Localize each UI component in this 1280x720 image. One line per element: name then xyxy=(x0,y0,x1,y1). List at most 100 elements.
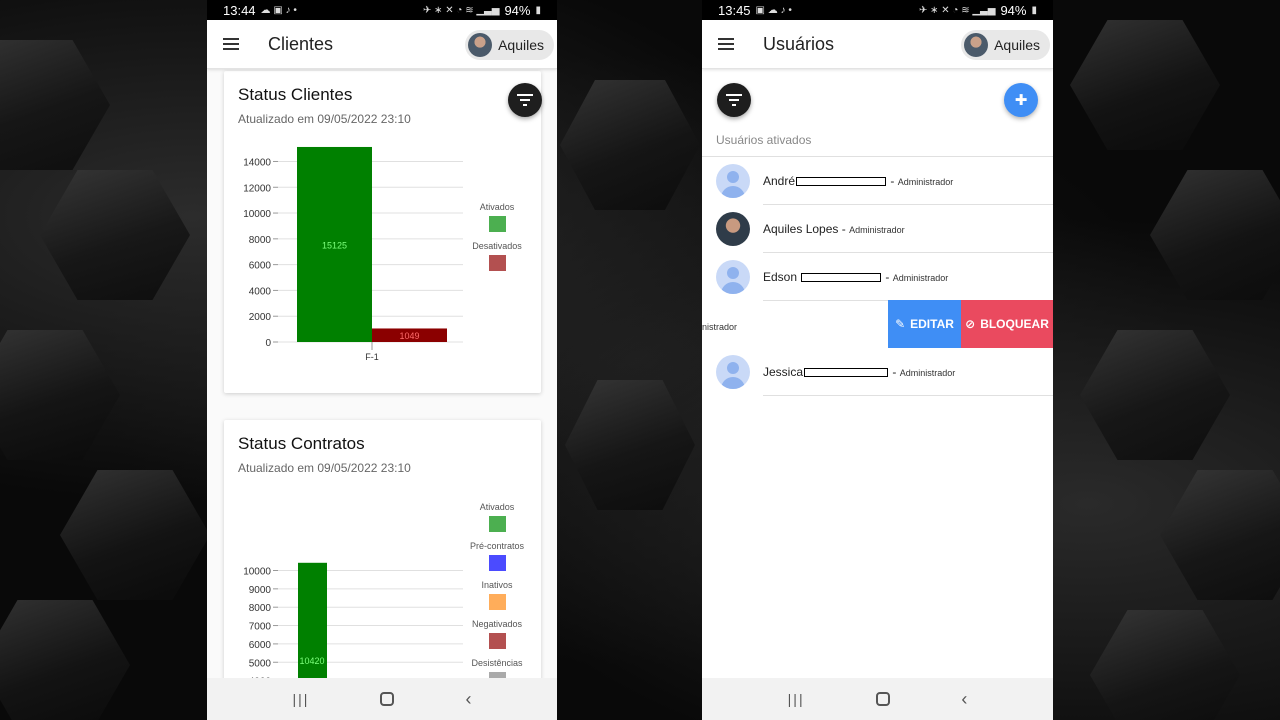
recents-button[interactable]: ||| xyxy=(788,691,805,707)
contratos-chart: 1000200030004000500060007000800090001000… xyxy=(243,502,525,678)
status-contratos-card: Status Contratos Atualizado em 09/05/202… xyxy=(224,420,541,678)
filter-icon xyxy=(726,94,742,106)
app-bar: Usuários Aquiles xyxy=(702,20,1053,69)
user-info: André - Administrador xyxy=(763,174,953,188)
section-label: Usuários ativados xyxy=(716,133,812,147)
legend-label: Ativados xyxy=(480,202,515,212)
menu-icon[interactable] xyxy=(207,20,255,69)
user-role: Administrador xyxy=(897,177,954,187)
y-tick-label: 8000 xyxy=(249,235,272,246)
legend-label: Ativados xyxy=(480,502,515,512)
y-tick-label: 2000 xyxy=(249,312,272,323)
user-info: nistrador xyxy=(702,319,737,333)
app-bar: Clientes Aquiles xyxy=(207,20,557,69)
notification-icons: ▣ ☁ ♪ • xyxy=(755,4,792,16)
battery-level: 94% xyxy=(1000,2,1027,18)
clientes-screen: 13:44 ☁ ▣ ♪ • ✈ ∗ ✕ ◔ ≋ ▁▃▅ 94% ▮ Client… xyxy=(207,0,557,720)
y-tick-label: 6000 xyxy=(249,261,272,272)
card-updated: Atualizado em 09/05/2022 23:10 xyxy=(238,112,411,126)
x-tick-label: F-1 xyxy=(365,352,379,362)
separator: - xyxy=(890,174,895,188)
legend-swatch xyxy=(489,633,506,649)
avatar xyxy=(468,33,493,57)
y-tick-label: 10000 xyxy=(243,567,271,578)
edit-label: EDITAR xyxy=(910,317,954,331)
users-content: ✚ Usuários ativados André - Administrado… xyxy=(702,69,1053,678)
status-time: 13:44 xyxy=(223,2,256,18)
user-name: Aquiles xyxy=(498,37,544,53)
recents-button[interactable]: ||| xyxy=(293,691,310,707)
y-tick-label: 12000 xyxy=(243,183,271,194)
avatar xyxy=(716,355,750,389)
status-time: 13:45 xyxy=(718,2,751,18)
y-tick-label: 7000 xyxy=(249,622,272,633)
user-name: Jessica xyxy=(763,365,804,379)
clientes-chart: 0 2000 4000 6000 8000 10000 12000 14000 15125 104… xyxy=(243,146,522,362)
page-title: Clientes xyxy=(268,33,334,54)
battery-icon: ▮ xyxy=(1031,4,1037,16)
system-nav-bar: ||| ‹ xyxy=(207,678,557,720)
battery-icon: ▮ xyxy=(535,4,541,16)
status-bar: 13:44 ☁ ▣ ♪ • ✈ ∗ ✕ ◔ ≋ ▁▃▅ 94% ▮ xyxy=(207,0,557,20)
legend-label: Desativados xyxy=(472,241,522,251)
data-label: 1049 xyxy=(399,331,419,341)
pencil-icon: ✎ xyxy=(895,317,906,331)
separator: - xyxy=(885,270,890,284)
hexagon-background xyxy=(0,0,1280,720)
separator: - xyxy=(892,365,897,379)
system-nav-bar: ||| ‹ xyxy=(702,678,1053,720)
avatar xyxy=(716,212,750,246)
user-info: Edson - Administrador xyxy=(763,270,948,284)
user-role: Administrador xyxy=(892,273,949,283)
y-tick-label: 5000 xyxy=(249,658,272,669)
dashboard-content: Status Clientes Atualizado em 09/05/2022… xyxy=(207,69,557,678)
legend-label: Negativados xyxy=(472,619,523,629)
user-row-swiped[interactable]: nistrador ✎ EDITAR ⊘ BLOQUEAR xyxy=(702,300,1053,348)
avatar xyxy=(716,164,750,198)
back-button[interactable]: ‹ xyxy=(961,689,967,710)
legend-swatch xyxy=(489,255,506,271)
y-tick-label: 14000 xyxy=(243,157,271,168)
redacted-surname xyxy=(804,368,889,378)
menu-icon[interactable] xyxy=(702,20,750,69)
y-tick-label: 4000 xyxy=(249,286,272,297)
filter-button[interactable] xyxy=(717,83,751,117)
add-user-button[interactable]: ✚ xyxy=(1004,83,1038,117)
user-row-andre[interactable]: André - Administrador xyxy=(702,157,1053,205)
y-tick-label: 0 xyxy=(265,338,271,349)
user-name: Edson xyxy=(763,270,798,284)
user-role: Administrador xyxy=(899,368,956,378)
user-role: Administrador xyxy=(849,225,905,235)
legend-label: Pré-contratos xyxy=(470,541,525,551)
user-row-edson[interactable]: Edson - Administrador xyxy=(702,253,1053,301)
user-role: nistrador xyxy=(702,322,738,332)
user-info: Aquiles Lopes - Administrador xyxy=(763,222,905,236)
back-button[interactable]: ‹ xyxy=(465,689,471,710)
user-chip[interactable]: Aquiles xyxy=(465,30,554,60)
legend-swatch xyxy=(489,516,506,532)
avatar xyxy=(964,33,989,57)
page-title: Usuários xyxy=(763,33,835,54)
y-tick-label: 6000 xyxy=(249,640,272,651)
edit-button[interactable]: ✎ EDITAR xyxy=(888,300,961,348)
block-icon: ⊘ xyxy=(965,317,976,331)
user-name: André xyxy=(763,174,796,188)
filter-icon xyxy=(517,94,533,106)
home-button[interactable] xyxy=(875,692,890,706)
filter-button[interactable] xyxy=(508,83,542,117)
block-button[interactable]: ⊘ BLOQUEAR xyxy=(961,300,1053,348)
notification-icons: ☁ ▣ ♪ • xyxy=(260,4,297,16)
user-row-jessica[interactable]: Jessica - Administrador xyxy=(702,348,1053,396)
battery-level: 94% xyxy=(504,2,531,18)
user-row-aquiles[interactable]: Aquiles Lopes - Administrador xyxy=(702,205,1053,253)
y-tick-label: 9000 xyxy=(249,585,272,596)
card-title: Status Contratos xyxy=(238,434,365,453)
user-name: Aquiles xyxy=(994,37,1040,53)
user-info: Jessica - Administrador xyxy=(763,365,955,379)
separator: - xyxy=(841,222,846,236)
system-icons: ✈ ∗ ✕ ◔ ≋ ▁▃▅ xyxy=(422,4,500,16)
data-label: 10420 xyxy=(299,656,324,666)
home-button[interactable] xyxy=(380,692,395,706)
block-label: BLOQUEAR xyxy=(980,317,1049,331)
user-chip[interactable]: Aquiles xyxy=(961,30,1050,60)
